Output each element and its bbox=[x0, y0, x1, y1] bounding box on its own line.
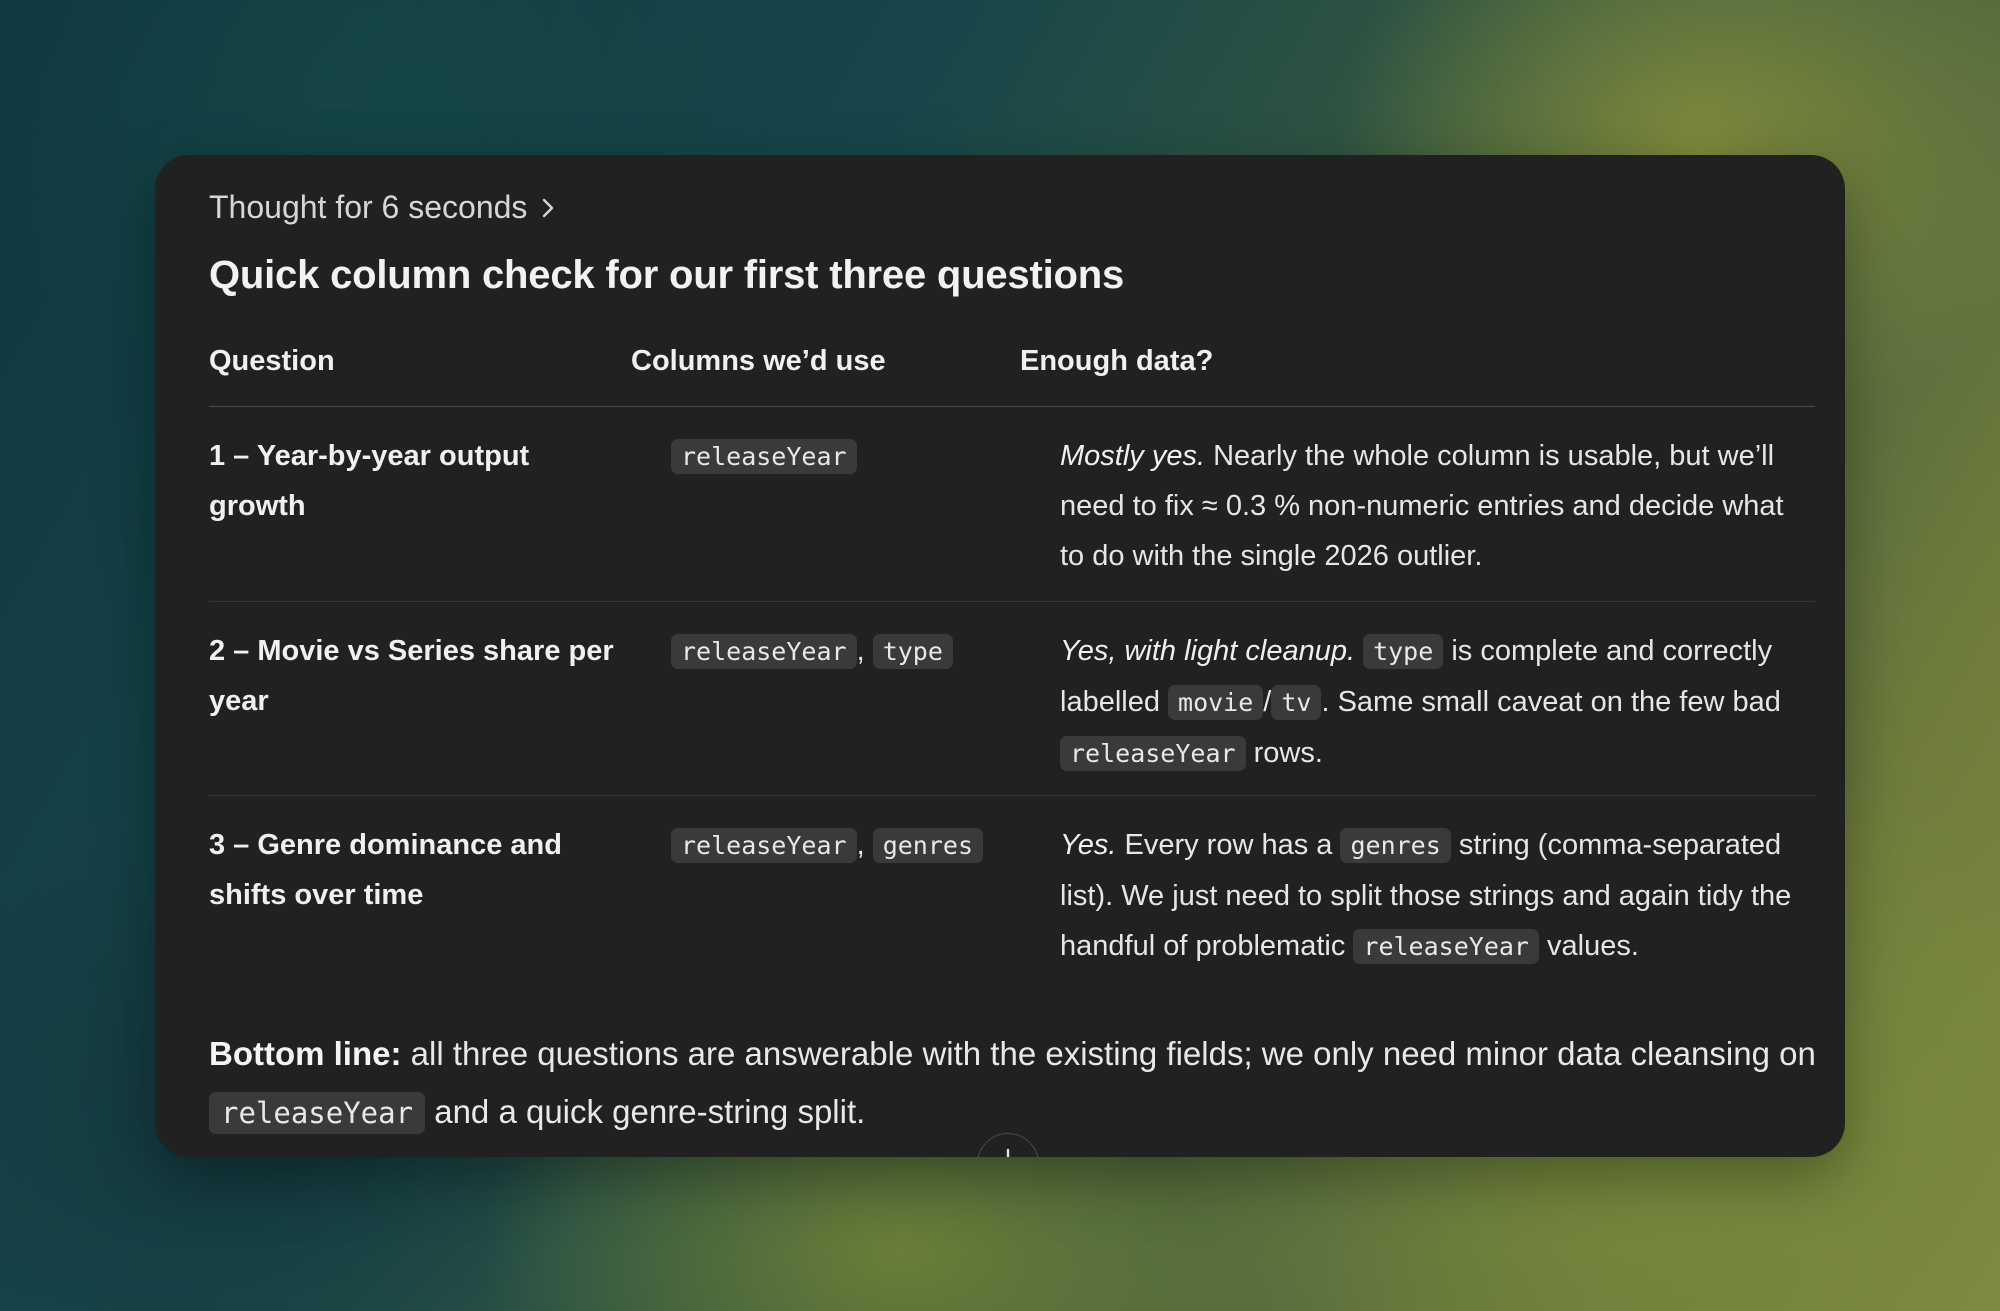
answer-cell: Mostly yes. Nearly the whole column is u… bbox=[1060, 431, 1815, 601]
question-cell: 3 – Genre dominance and shifts over time bbox=[209, 829, 562, 911]
column-code: releaseYear bbox=[671, 439, 857, 474]
answer-cell: Yes. Every row has a genres string (comm… bbox=[1060, 820, 1815, 986]
inline-code: type bbox=[1363, 634, 1444, 669]
inline-code: releaseYear bbox=[1060, 736, 1246, 771]
answer-verdict: Mostly yes. bbox=[1060, 440, 1206, 472]
header-enough-data: Enough data? bbox=[1020, 345, 1214, 377]
answer-text: Every row has a bbox=[1116, 829, 1341, 861]
header-columns: Columns we’d use bbox=[631, 345, 886, 377]
columns-cell: releaseYear, genres bbox=[671, 820, 1060, 986]
arrow-down-icon bbox=[1006, 1148, 1010, 1157]
table-row: 2 – Movie vs Series share per year relea… bbox=[209, 602, 1815, 796]
bottom-line-text: all three questions are answerable with … bbox=[401, 1035, 1816, 1072]
data-table: Question Columns we’d use Enough data? 1… bbox=[209, 345, 1815, 986]
answer-text: rows. bbox=[1245, 737, 1323, 769]
thought-toggle[interactable]: Thought for 6 seconds bbox=[209, 189, 555, 226]
columns-cell: releaseYear, type bbox=[671, 626, 1060, 795]
bottom-line-label: Bottom line: bbox=[209, 1035, 402, 1072]
answer-text: values. bbox=[1538, 930, 1639, 962]
table-header: Question Columns we’d use Enough data? bbox=[209, 345, 1815, 407]
header-question: Question bbox=[209, 345, 335, 377]
bottom-line-text: and a quick genre-string split. bbox=[425, 1093, 866, 1130]
answer-verdict: Yes. bbox=[1060, 829, 1117, 861]
column-separator: , bbox=[856, 635, 865, 667]
question-cell: 1 – Year-by-year output growth bbox=[209, 440, 530, 522]
inline-code: releaseYear bbox=[209, 1092, 426, 1134]
column-code: type bbox=[872, 634, 953, 669]
column-code: releaseYear bbox=[671, 828, 857, 863]
response-card: Thought for 6 seconds Quick column check… bbox=[155, 155, 1845, 1157]
answer-text: . Same small caveat on the few bad bbox=[1321, 686, 1781, 718]
inline-code: genres bbox=[1340, 828, 1451, 863]
answer-cell: Yes, with light cleanup. type is complet… bbox=[1060, 626, 1815, 795]
table-row: 3 – Genre dominance and shifts over time… bbox=[209, 796, 1815, 986]
table-row: 1 – Year-by-year output growth releaseYe… bbox=[209, 407, 1815, 602]
column-separator: , bbox=[856, 829, 865, 861]
columns-cell: releaseYear bbox=[671, 431, 1060, 601]
chevron-right-icon bbox=[543, 198, 554, 217]
thought-label: Thought for 6 seconds bbox=[209, 189, 528, 225]
bottom-line: Bottom line: all three questions are ans… bbox=[209, 1025, 1819, 1142]
column-code: releaseYear bbox=[671, 634, 857, 669]
inline-code: movie bbox=[1168, 685, 1264, 720]
question-cell: 2 – Movie vs Series share per year bbox=[209, 635, 614, 717]
inline-code: releaseYear bbox=[1353, 929, 1539, 964]
column-code: genres bbox=[872, 828, 984, 863]
answer-verdict: Yes, with light cleanup. bbox=[1060, 635, 1356, 667]
inline-code: tv bbox=[1271, 685, 1322, 720]
response-heading: Quick column check for our first three q… bbox=[209, 253, 1125, 297]
